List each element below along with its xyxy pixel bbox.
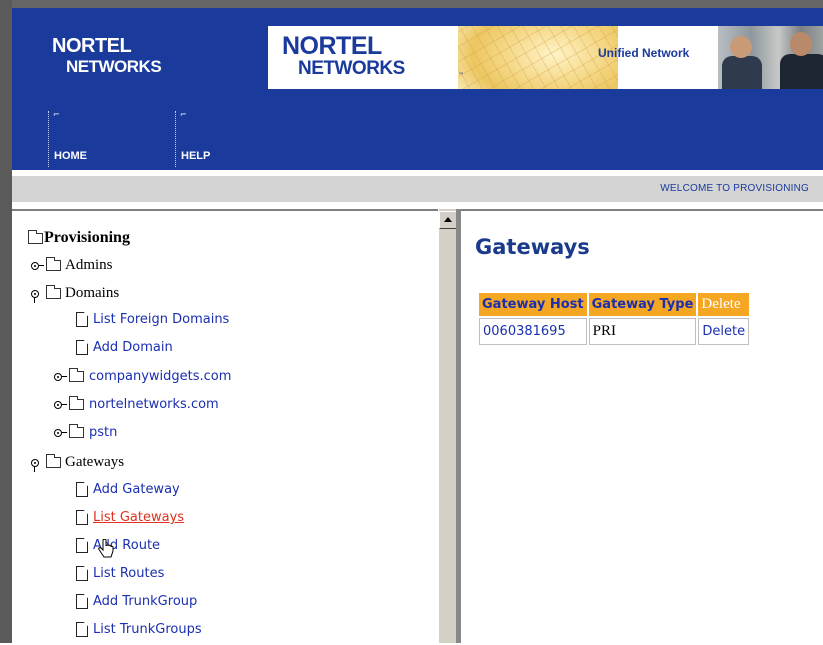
- link-companywidgets[interactable]: companywidgets.com: [89, 369, 231, 384]
- link-list-gateways[interactable]: List Gateways: [93, 510, 184, 525]
- folder-icon: [46, 454, 61, 468]
- link-list-routes[interactable]: List Routes: [93, 566, 164, 581]
- browser-window: NORTEL NETWORKS NORTEL NETWORKS ™ Unifie…: [0, 0, 823, 645]
- tree-link-add-gateway[interactable]: Add Gateway: [76, 482, 180, 497]
- globe-grid-graphic: [458, 26, 618, 89]
- tree-node-domains[interactable]: Domains: [31, 285, 120, 303]
- tree-link-list-gateways[interactable]: List Gateways: [76, 510, 184, 525]
- page-icon: [76, 312, 88, 327]
- nav-home-marker-icon: ⌐: [53, 110, 60, 119]
- page-icon: [76, 622, 88, 637]
- page-icon: [76, 566, 88, 581]
- page-title: Gateways: [475, 235, 590, 259]
- page-icon: [76, 538, 88, 553]
- expand-icon[interactable]: [54, 428, 68, 437]
- tree-link-list-routes[interactable]: List Routes: [76, 566, 164, 581]
- scroll-up-arrow-icon[interactable]: [439, 211, 457, 229]
- header-banner: NORTEL NETWORKS ™ Unified Network: [268, 26, 823, 89]
- nav-help-label[interactable]: HELP: [181, 150, 210, 162]
- page-icon: [76, 594, 88, 609]
- folder-icon: [28, 229, 43, 244]
- folder-icon: [69, 396, 84, 410]
- tree-node-domain-item[interactable]: companywidgets.com: [54, 368, 231, 384]
- banner-logo-line1: NORTEL: [282, 32, 382, 60]
- folder-icon: [46, 285, 61, 299]
- page-icon: [76, 482, 88, 497]
- tree-node-admins[interactable]: Admins: [31, 257, 113, 274]
- banner-logo: NORTEL NETWORKS: [282, 32, 405, 79]
- content-pane: Gateways Gateway Host Gateway Type Delet…: [461, 209, 823, 645]
- tree-node-admins-label: Admins: [65, 257, 113, 273]
- tree-scrollbar[interactable]: [438, 209, 457, 643]
- folder-icon: [69, 368, 84, 382]
- gateways-table: Gateway Host Gateway Type Delete 0060381…: [477, 291, 751, 347]
- business-people-photo: [718, 26, 823, 89]
- tree-link-list-trunkgroups[interactable]: List TrunkGroups: [76, 622, 202, 637]
- expand-icon[interactable]: [54, 400, 68, 409]
- tree-link-add-domain[interactable]: Add Domain: [76, 340, 173, 355]
- tree-root-label: Provisioning: [44, 229, 130, 246]
- tree-link-list-foreign-domains[interactable]: List Foreign Domains: [76, 312, 229, 327]
- tree-node-domain-item[interactable]: pstn: [54, 424, 117, 440]
- tree-node-gateways-label: Gateways: [65, 454, 125, 470]
- tree-node-domain-item[interactable]: nortelnetworks.com: [54, 396, 219, 412]
- collapse-icon[interactable]: [31, 458, 45, 472]
- welcome-bar: WELCOME TO PROVISIONING: [12, 176, 823, 202]
- expand-icon[interactable]: [31, 261, 45, 270]
- nav-home[interactable]: ⌐ HOME: [48, 110, 87, 167]
- page-icon: [76, 340, 88, 355]
- folder-icon: [46, 257, 61, 271]
- nav-help[interactable]: ⌐ HELP: [175, 110, 210, 167]
- link-list-foreign-domains[interactable]: List Foreign Domains: [93, 312, 229, 327]
- gateway-host-link[interactable]: 0060381695: [479, 318, 587, 345]
- window-border-top: [0, 0, 823, 8]
- link-nortelnetworks[interactable]: nortelnetworks.com: [89, 397, 219, 412]
- banner-logo-line2: NETWORKS: [298, 58, 405, 79]
- table-row: 0060381695 PRI Delete: [479, 318, 750, 345]
- gateway-type-cell: PRI: [588, 318, 697, 345]
- expand-icon[interactable]: [54, 372, 68, 381]
- page-icon: [76, 510, 88, 525]
- site-header: NORTEL NETWORKS NORTEL NETWORKS ™ Unifie…: [12, 8, 823, 170]
- nav-home-label[interactable]: HOME: [54, 150, 87, 162]
- window-border-left: [0, 0, 12, 643]
- nav-help-marker-icon: ⌐: [180, 110, 187, 119]
- column-header-gateway-type: Gateway Type: [588, 293, 697, 316]
- banner-tagline: Unified Network: [598, 46, 690, 60]
- logo-line2: NETWORKS: [66, 57, 162, 76]
- column-header-delete: Delete: [698, 293, 750, 316]
- tree-node-domains-label: Domains: [65, 285, 120, 301]
- delete-gateway-link[interactable]: Delete: [698, 318, 750, 345]
- collapse-icon[interactable]: [31, 289, 45, 303]
- trademark-mark: ™: [458, 72, 464, 79]
- link-list-trunkgroups[interactable]: List TrunkGroups: [93, 622, 202, 637]
- link-add-trunkgroup[interactable]: Add TrunkGroup: [93, 594, 197, 609]
- tree-link-add-trunkgroup[interactable]: Add TrunkGroup: [76, 594, 197, 609]
- hand-pointer-cursor-icon: [98, 539, 114, 558]
- link-add-domain[interactable]: Add Domain: [93, 340, 173, 355]
- logo-line1: NORTEL: [52, 35, 132, 57]
- tree-root[interactable]: Provisioning: [28, 229, 130, 247]
- column-header-gateway-host: Gateway Host: [479, 293, 587, 316]
- tree-link-add-route[interactable]: Add Route: [76, 538, 160, 553]
- table-header-row: Gateway Host Gateway Type Delete: [479, 293, 750, 316]
- navigation-tree: Provisioning Admins Domains List Foreign…: [12, 209, 438, 645]
- tree-node-gateways[interactable]: Gateways: [31, 454, 125, 472]
- folder-icon: [69, 424, 84, 438]
- nortel-logo[interactable]: NORTEL NETWORKS: [52, 35, 162, 76]
- welcome-text: WELCOME TO PROVISIONING: [660, 183, 809, 194]
- link-add-gateway[interactable]: Add Gateway: [93, 482, 180, 497]
- link-pstn[interactable]: pstn: [89, 425, 117, 440]
